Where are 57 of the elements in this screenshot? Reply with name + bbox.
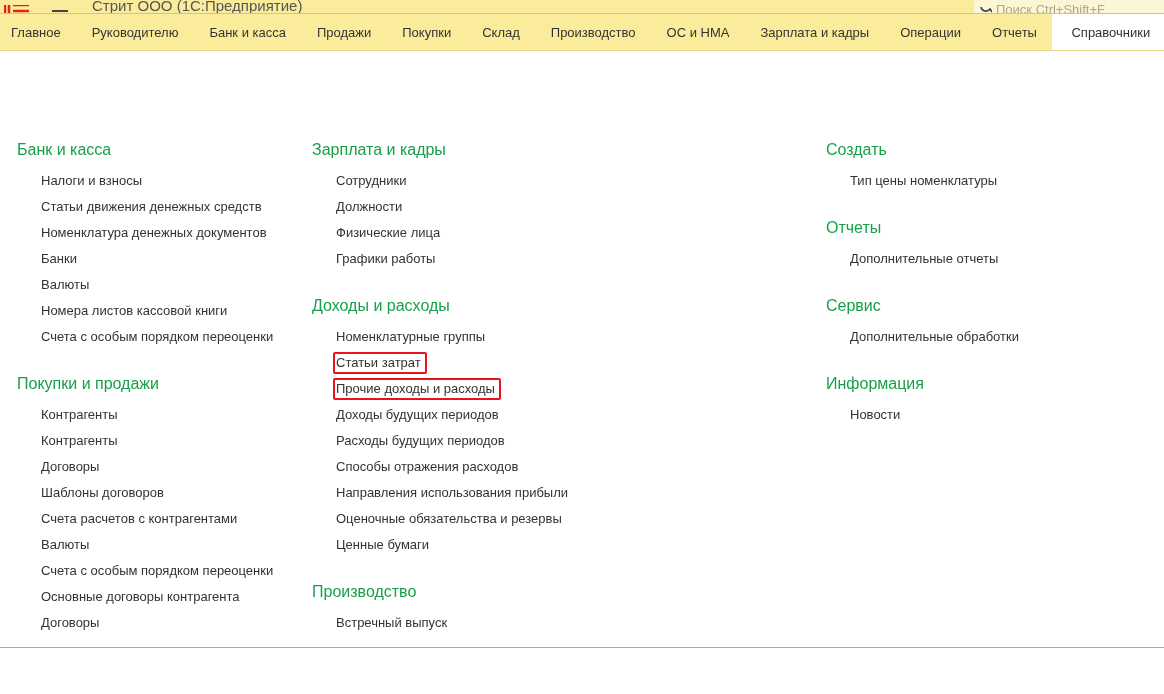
nav-link[interactable]: Номера листов кассовой книги bbox=[38, 300, 234, 322]
nav-link[interactable]: Ценные бумаги bbox=[333, 534, 436, 556]
nav-link[interactable]: Сотрудники bbox=[333, 170, 413, 192]
nav-tab[interactable]: ОС и НМА bbox=[651, 14, 745, 50]
nav-link[interactable]: Номенклатурные группы bbox=[333, 326, 492, 348]
nav-link[interactable]: Счета расчетов с контрагентами bbox=[38, 508, 244, 530]
section-heading: Зарплата и кадры bbox=[312, 140, 446, 160]
nav-link[interactable]: Договоры bbox=[38, 612, 106, 634]
nav-link[interactable]: Договоры bbox=[38, 456, 106, 478]
nav-link[interactable]: Новости bbox=[847, 404, 907, 426]
nav-tab[interactable]: Главное bbox=[0, 14, 77, 50]
nav-link[interactable]: Контрагенты bbox=[38, 404, 124, 426]
section-heading: Сервис bbox=[826, 296, 881, 316]
nav-link[interactable]: Номенклатура денежных документов bbox=[38, 222, 273, 244]
section-heading: Отчеты bbox=[826, 218, 882, 238]
nav-link[interactable]: Графики работы bbox=[333, 248, 442, 270]
nav-link[interactable]: Счета с особым порядком переоценки bbox=[38, 560, 280, 582]
nav-tab[interactable]: Отчеты bbox=[976, 14, 1053, 50]
nav-tab[interactable]: Зарплата и кадры bbox=[744, 14, 885, 50]
nav-link[interactable]: Валюты bbox=[38, 274, 96, 296]
nav-link[interactable]: Физические лица bbox=[333, 222, 447, 244]
nav-link[interactable]: Контрагенты bbox=[38, 430, 124, 452]
section-heading: Информация bbox=[826, 374, 924, 394]
nav-link[interactable]: Оценочные обязательства и резервы bbox=[333, 508, 568, 530]
section-heading: Покупки и продажи bbox=[17, 374, 159, 394]
nav-link[interactable]: Способы отражения расходов bbox=[333, 456, 525, 478]
nav-link[interactable]: Тип цены номенклатуры bbox=[847, 170, 1004, 192]
nav-link[interactable]: Счета с особым порядком переоценки bbox=[38, 326, 280, 348]
nav-tab[interactable]: Покупки bbox=[386, 14, 467, 50]
nav-link[interactable]: Основные договоры контрагента bbox=[38, 586, 246, 608]
nav-link[interactable]: Доходы будущих периодов bbox=[333, 404, 505, 426]
nav-link[interactable]: Должности bbox=[333, 196, 409, 218]
section-heading: Банк и касса bbox=[17, 140, 112, 160]
nav-tab[interactable]: Операции bbox=[884, 14, 977, 50]
nav-tab[interactable]: Банк и касса bbox=[193, 14, 302, 50]
nav-link[interactable]: Расходы будущих периодов bbox=[333, 430, 511, 452]
nav-link[interactable]: Встречный выпуск bbox=[333, 612, 454, 634]
nav-tab[interactable]: Продажи bbox=[301, 14, 387, 50]
nav-tab[interactable]: Производство bbox=[535, 14, 652, 50]
nav-tab[interactable]: Справочники bbox=[1052, 14, 1164, 50]
section-heading: Создать bbox=[826, 140, 887, 160]
nav-link[interactable]: Статьи затрат bbox=[333, 352, 427, 374]
nav-link[interactable]: Банки bbox=[38, 248, 83, 270]
nav-link[interactable]: Дополнительные обработки bbox=[847, 326, 1025, 348]
nav-link[interactable]: Прочие доходы и расходы bbox=[333, 378, 501, 400]
nav-link[interactable]: Направления использования прибыли bbox=[333, 482, 575, 504]
nav-link[interactable]: Статьи движения денежных средств bbox=[38, 196, 268, 218]
nav-link[interactable]: Валюты bbox=[38, 534, 96, 556]
nav-tab[interactable]: Руководителю bbox=[76, 14, 194, 50]
section-heading: Доходы и расходы bbox=[312, 296, 450, 316]
nav-link[interactable]: Шаблоны договоров bbox=[38, 482, 170, 504]
section-heading: Производство bbox=[312, 582, 417, 602]
logo-icon bbox=[4, 5, 30, 13]
search-field[interactable]: Поиск Ctrl+Shift+F bbox=[974, 0, 1164, 13]
nav-link[interactable]: Налоги и взносы bbox=[38, 170, 149, 192]
nav-link[interactable]: Дополнительные отчеты bbox=[847, 248, 1005, 270]
nav-tab[interactable]: Склад bbox=[466, 14, 536, 50]
